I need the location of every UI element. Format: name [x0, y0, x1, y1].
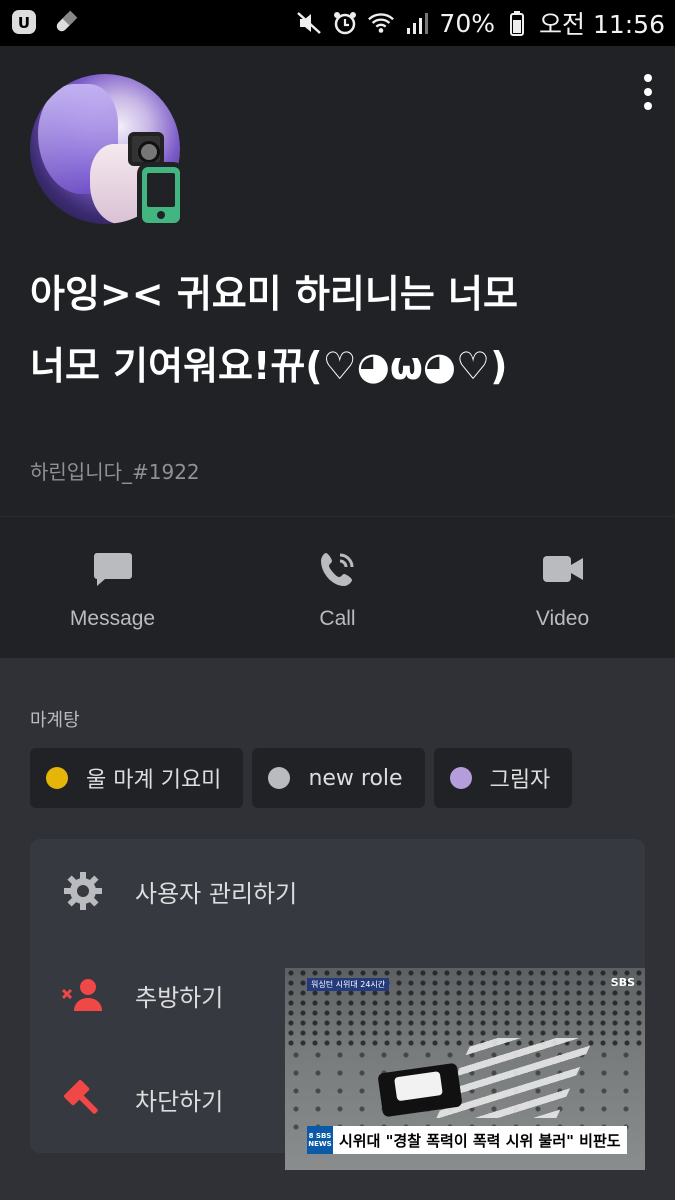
pill-icon — [52, 8, 80, 36]
gear-icon — [60, 868, 106, 914]
role-name: 울 마계 기요미 — [86, 768, 222, 793]
server-name: 마계탕 — [30, 710, 80, 731]
role-chip: new role — [252, 748, 425, 808]
ban-hammer-icon — [60, 1076, 106, 1122]
message-icon — [92, 549, 134, 589]
video-label: Video — [535, 607, 590, 630]
svg-text:U: U — [18, 14, 30, 32]
role-color-dot — [449, 767, 472, 789]
kick-label: 추방하기 — [135, 983, 224, 1012]
role-chip: 그림자 — [433, 748, 573, 808]
wifi-icon — [367, 9, 395, 37]
role-list: 울 마계 기요미 new role 그림자 — [30, 748, 573, 808]
role-color-dot — [268, 767, 291, 789]
mute-icon — [295, 9, 323, 37]
call-label: Call — [319, 607, 356, 630]
role-color-dot — [46, 767, 68, 789]
news-logo: 8 SBS NEWS — [307, 1126, 333, 1154]
action-bar: Message Call Video — [0, 516, 675, 658]
news-top-label: 워싱턴 시위대 24시간 — [307, 978, 390, 991]
video-overlay[interactable]: 워싱턴 시위대 24시간 SBS 8 SBS NEWS 시위대 "경찰 폭력이 … — [285, 968, 645, 1170]
video-icon — [542, 549, 584, 589]
manage-user-label: 사용자 관리하기 — [135, 879, 298, 908]
message-button[interactable]: Message — [0, 517, 225, 658]
video-button[interactable]: Video — [450, 517, 675, 658]
ban-label: 차단하기 — [135, 1087, 224, 1116]
user-tag: 하린입니다_#1922 — [30, 460, 200, 484]
manage-user-item[interactable]: 사용자 관리하기 — [30, 839, 645, 943]
app-notification-icon: U — [10, 8, 38, 36]
clock: 오전 11:56 — [539, 10, 665, 39]
status-bar: U 70% 오전 11:56 — [0, 0, 675, 46]
channel-logo: SBS — [610, 976, 635, 989]
signal-icon — [403, 9, 431, 37]
call-icon — [317, 549, 359, 589]
role-chip: 울 마계 기요미 — [30, 748, 244, 808]
news-caption: 시위대 "경찰 폭력이 폭력 시위 불러" 비판도 — [339, 1131, 621, 1150]
call-button[interactable]: Call — [225, 517, 450, 658]
battery-icon — [503, 9, 531, 37]
battery-percent: 70% — [439, 8, 495, 38]
profile-header: 아잉>< 귀요미 하리니는 너모너모 기여워요!뀨(♡◕ω◕♡) 하린입니다_#… — [0, 46, 675, 516]
more-options-icon[interactable] — [643, 74, 653, 110]
kick-user-icon — [60, 972, 106, 1018]
username: 아잉>< 귀요미 하리니는 너모너모 기여워요!뀨(♡◕ω◕♡) — [30, 272, 518, 388]
role-name: 그림자 — [489, 768, 551, 793]
alarm-icon — [331, 9, 359, 37]
role-name: new role — [308, 765, 403, 791]
news-caption-bar: 8 SBS NEWS 시위대 "경찰 폭력이 폭력 시위 불러" 비판도 — [307, 1126, 627, 1154]
mobile-status-icon — [137, 162, 185, 228]
message-label: Message — [69, 607, 156, 630]
